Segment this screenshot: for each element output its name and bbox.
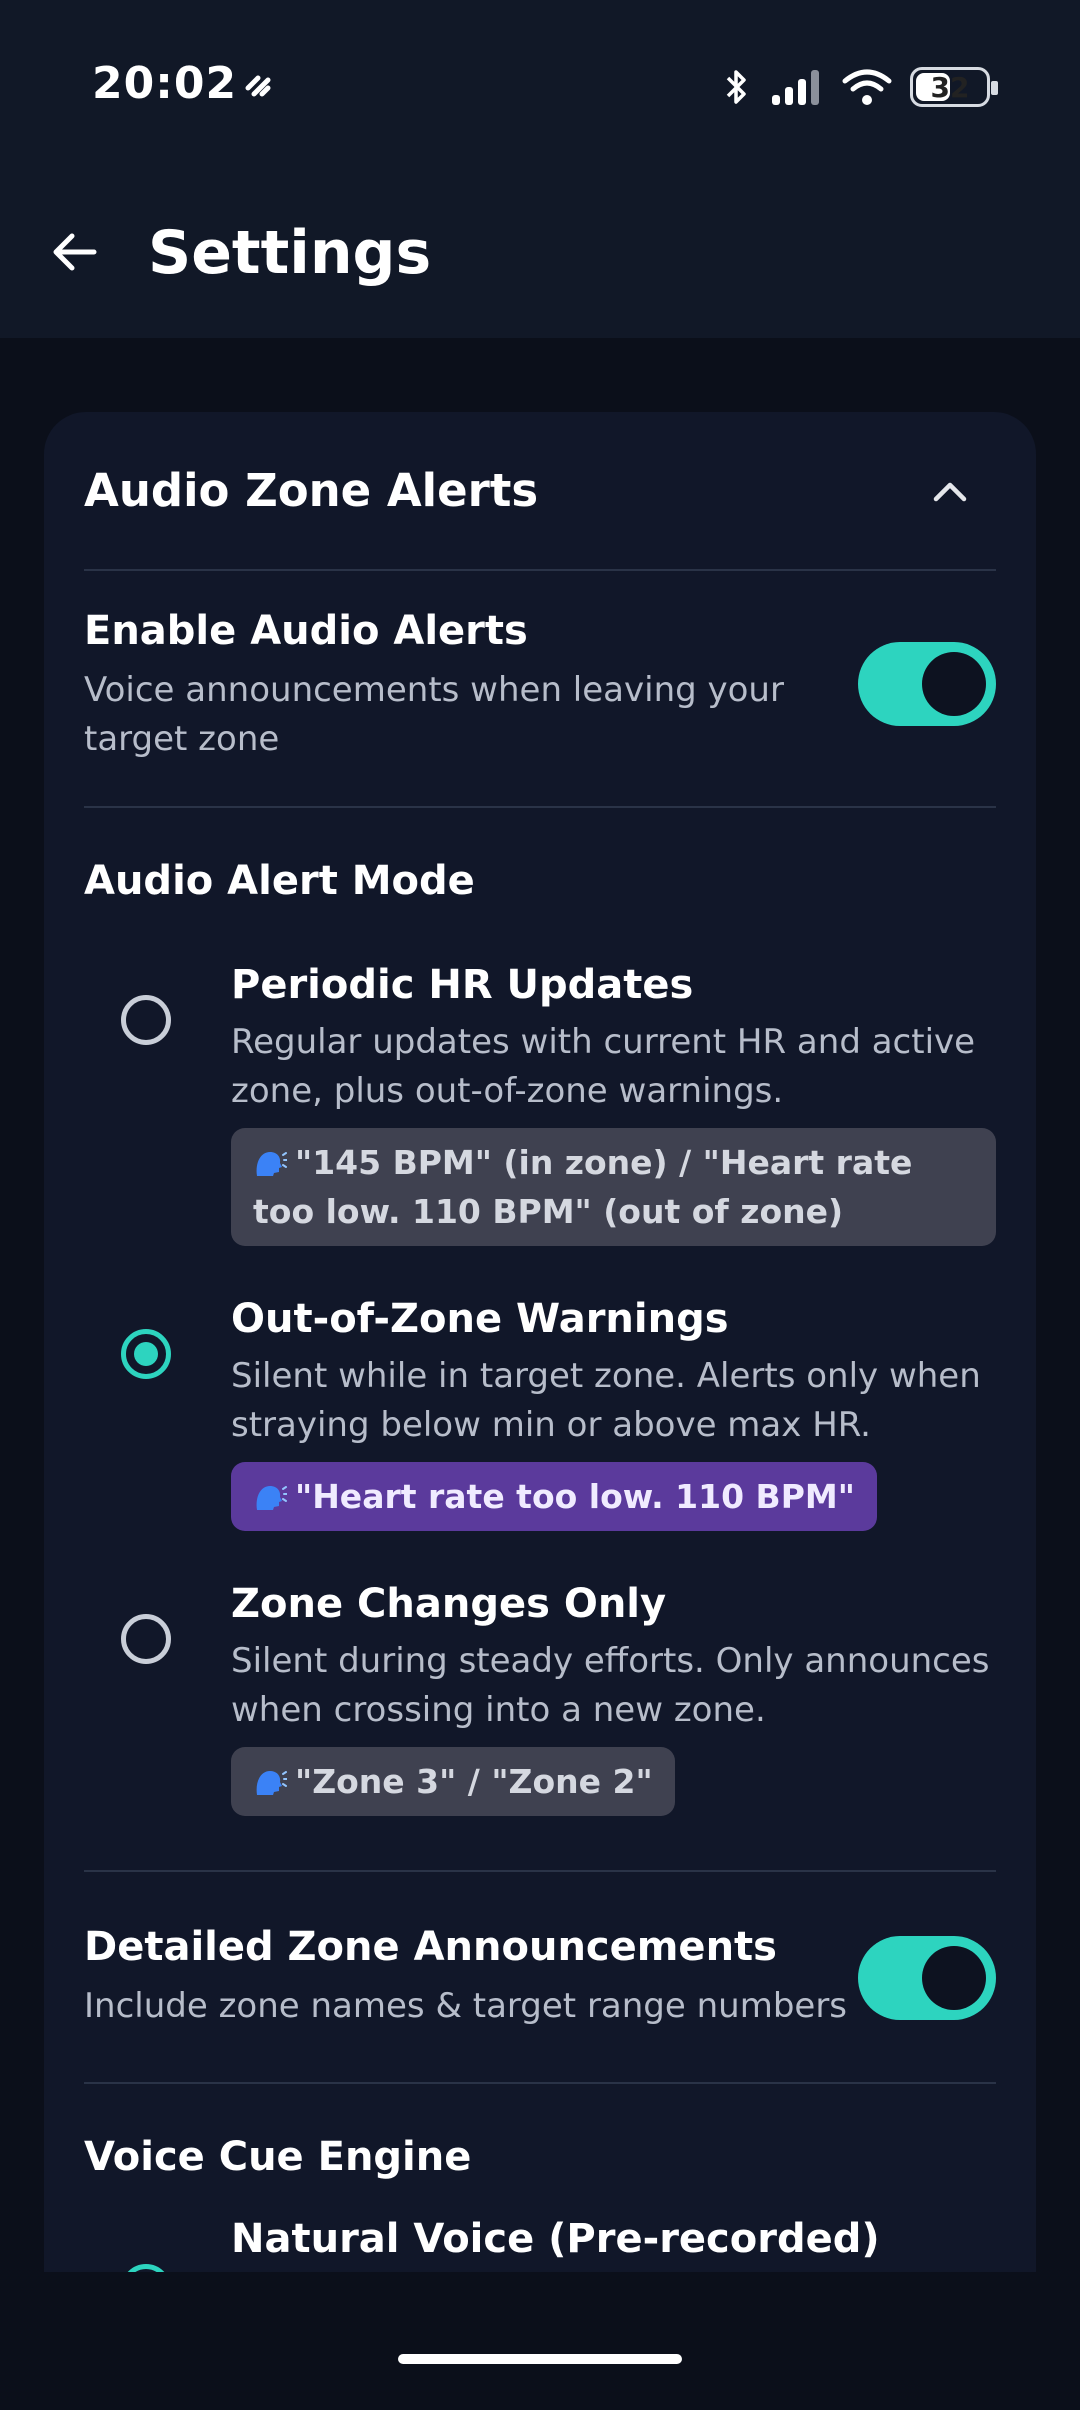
page-title: Settings bbox=[148, 218, 432, 288]
arrow-left-icon bbox=[53, 233, 97, 271]
wifi-icon bbox=[842, 69, 892, 105]
detailed-announcements-subtitle: Include zone names & target range number… bbox=[84, 1986, 848, 2026]
status-icons: 32 bbox=[722, 62, 998, 112]
enable-audio-alerts-subtitle: Voice announcements when leaving your ta… bbox=[84, 670, 784, 759]
radio-natural-voice[interactable] bbox=[121, 2264, 171, 2272]
divider bbox=[84, 806, 996, 808]
example-text: "Heart rate too low. 110 BPM" bbox=[295, 1477, 855, 1516]
audio-zone-alerts-card: Audio Zone Alerts Enable Audio Alerts Vo… bbox=[44, 412, 1036, 2272]
link-icon bbox=[245, 75, 271, 97]
example-text: "Zone 3" / "Zone 2" bbox=[295, 1762, 653, 1801]
bluetooth-icon bbox=[726, 70, 746, 104]
signal-icon bbox=[772, 70, 819, 105]
option-title[interactable]: Periodic HR Updates bbox=[231, 962, 693, 1008]
divider bbox=[84, 569, 996, 571]
option-subtitle: Silent while in target zone. Alerts only… bbox=[231, 1356, 981, 1445]
status-time: 20:02 bbox=[92, 58, 238, 109]
audio-alert-mode-label: Audio Alert Mode bbox=[84, 858, 475, 904]
enable-audio-alerts-toggle[interactable] bbox=[858, 642, 996, 726]
option-title[interactable]: Out-of-Zone Warnings bbox=[231, 1296, 729, 1342]
detailed-announcements-title: Detailed Zone Announcements bbox=[84, 1924, 777, 1970]
radio-zone-changes-only[interactable] bbox=[121, 1614, 171, 1664]
chevron-up-icon[interactable] bbox=[930, 472, 970, 512]
radio-out-of-zone-warnings[interactable] bbox=[121, 1329, 171, 1379]
radio-periodic-hr-updates[interactable] bbox=[121, 995, 171, 1045]
speaking-head-icon bbox=[256, 1152, 287, 1176]
example-chip: "Zone 3" / "Zone 2" bbox=[231, 1747, 675, 1816]
enable-audio-alerts-title: Enable Audio Alerts bbox=[84, 608, 528, 654]
divider bbox=[84, 2082, 996, 2084]
option-subtitle: Regular updates with current HR and acti… bbox=[231, 1022, 976, 1111]
example-chip: "145 BPM" (in zone) / "Heart rate too lo… bbox=[231, 1128, 996, 1246]
section-title[interactable]: Audio Zone Alerts bbox=[84, 464, 538, 517]
option-title[interactable]: Zone Changes Only bbox=[231, 1581, 666, 1627]
home-indicator[interactable] bbox=[398, 2354, 682, 2364]
option-title[interactable]: Natural Voice (Pre-recorded) bbox=[231, 2216, 880, 2262]
example-text: "145 BPM" (in zone) / "Heart rate too lo… bbox=[253, 1143, 913, 1231]
divider bbox=[84, 1870, 996, 1872]
battery-icon: 32 bbox=[910, 67, 998, 107]
voice-cue-engine-label: Voice Cue Engine bbox=[84, 2134, 472, 2180]
speaking-head-icon bbox=[256, 1771, 287, 1795]
detailed-announcements-toggle[interactable] bbox=[858, 1936, 996, 2020]
back-button[interactable] bbox=[44, 222, 104, 282]
example-chip-selected: "Heart rate too low. 110 BPM" bbox=[231, 1462, 877, 1531]
speaking-head-icon bbox=[256, 1486, 287, 1510]
app-header: 20:02 32 Settings bbox=[0, 0, 1080, 338]
battery-level: 32 bbox=[930, 70, 970, 104]
option-subtitle: Silent during steady efforts. Only annou… bbox=[231, 1641, 990, 1730]
